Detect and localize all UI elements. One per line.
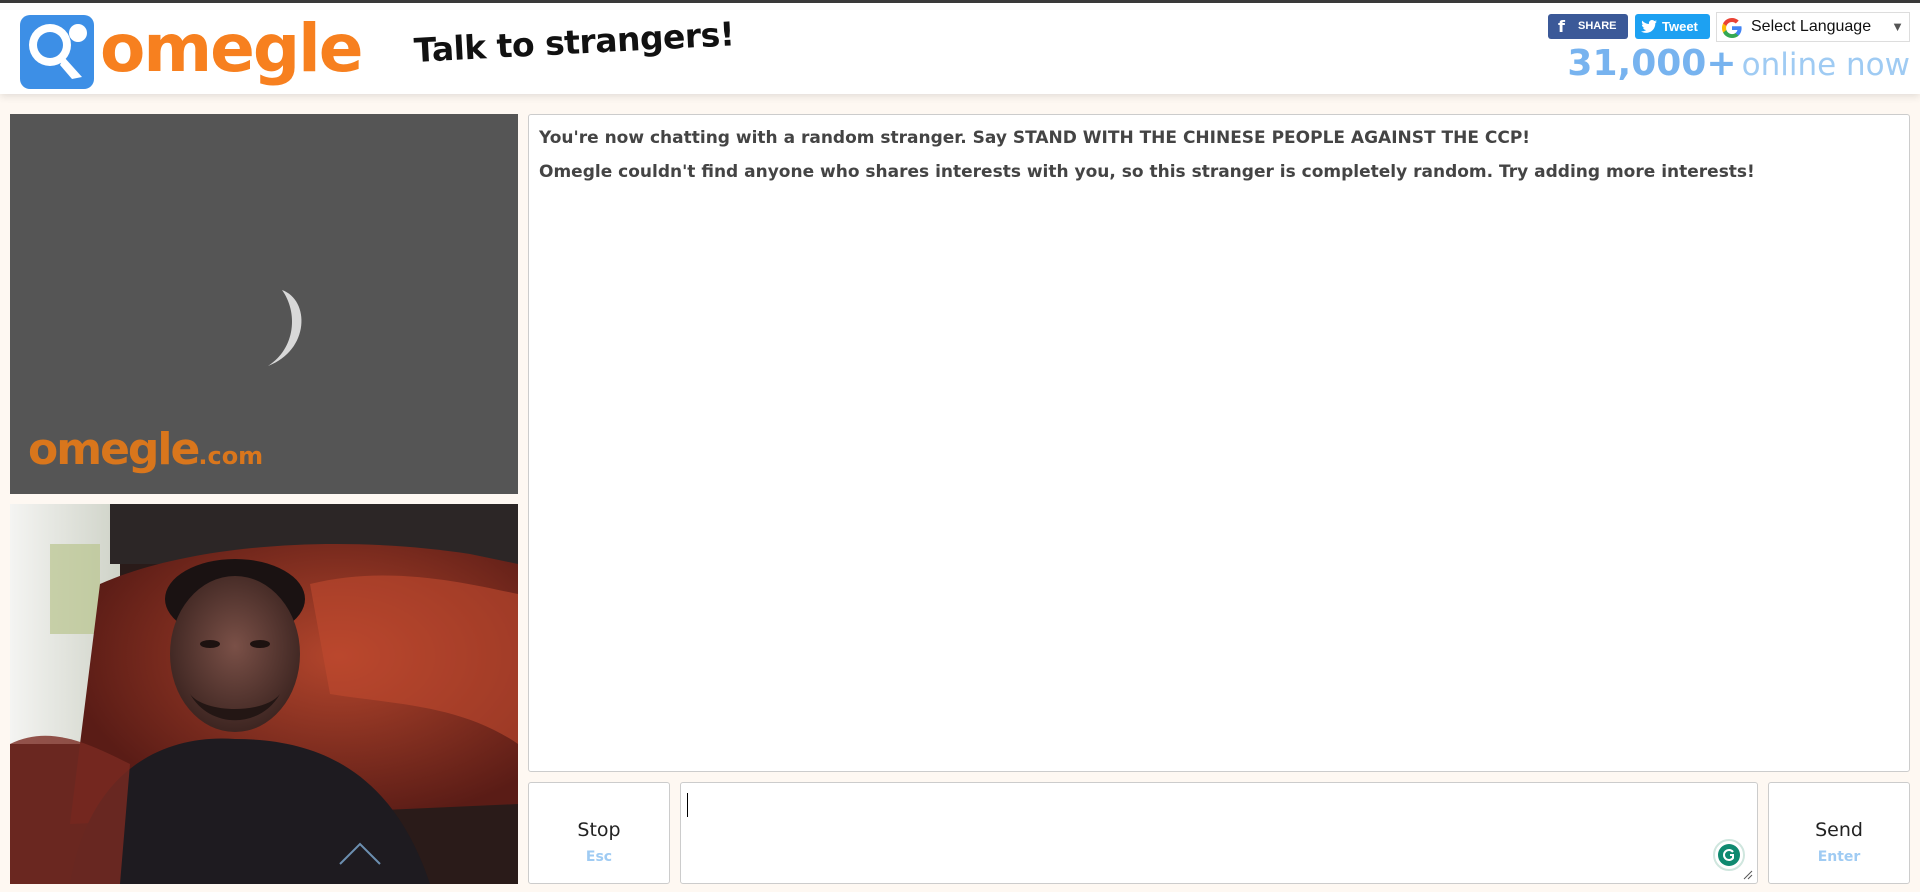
header: omegle Talk to strangers! f SHARE Tweet … bbox=[0, 0, 1920, 94]
logo-wordmark: omegle bbox=[100, 10, 364, 87]
omegle-watermark: omegle.com bbox=[28, 424, 263, 475]
online-count-number: 31,000+ bbox=[1567, 43, 1737, 84]
chat-log: You're now chatting with a random strang… bbox=[528, 114, 1910, 772]
message-input-wrapper bbox=[680, 782, 1758, 884]
status-message: Omegle couldn't find anyone who shares i… bbox=[539, 162, 1755, 182]
watermark-suffix: .com bbox=[198, 442, 264, 470]
send-button-label: Send bbox=[1815, 819, 1863, 841]
grammarly-g-icon bbox=[1723, 849, 1734, 861]
grammarly-icon[interactable] bbox=[1713, 839, 1745, 871]
stranger-video: omegle.com bbox=[10, 114, 518, 494]
send-button[interactable]: Send Enter bbox=[1768, 782, 1910, 884]
stop-button-label: Stop bbox=[577, 819, 621, 841]
self-camera-feed bbox=[10, 504, 518, 884]
tagline: Talk to strangers! bbox=[412, 14, 736, 70]
self-video bbox=[10, 504, 518, 884]
language-select[interactable]: Select Language ▼ bbox=[1716, 12, 1910, 42]
facebook-share-button[interactable]: f SHARE bbox=[1548, 14, 1628, 39]
send-button-shortcut: Enter bbox=[1817, 849, 1861, 865]
facebook-icon: f bbox=[1558, 17, 1565, 36]
message-input[interactable] bbox=[681, 783, 1757, 883]
online-count: 31,000+ online now bbox=[1567, 43, 1910, 84]
stop-button-shortcut: Esc bbox=[585, 849, 613, 865]
google-g-icon bbox=[1722, 18, 1742, 38]
grammarly-icon-inner bbox=[1718, 844, 1740, 866]
omegle-logo[interactable]: omegle bbox=[20, 10, 364, 91]
stop-button[interactable]: Stop Esc bbox=[528, 782, 670, 884]
tweet-label: Tweet bbox=[1662, 19, 1698, 34]
chat-page: omegle.com You're now chatting with a ra… bbox=[0, 94, 1920, 892]
tweet-button[interactable]: Tweet bbox=[1635, 14, 1710, 39]
loading-spinner-icon bbox=[268, 290, 302, 366]
status-message: You're now chatting with a random strang… bbox=[539, 128, 1531, 148]
omegle-chat-bubble-icon bbox=[20, 15, 94, 89]
text-caret bbox=[687, 793, 688, 817]
watermark-text: omegle bbox=[28, 424, 200, 475]
twitter-bird-icon bbox=[1641, 20, 1657, 33]
language-select-label: Select Language bbox=[1751, 18, 1872, 35]
dropdown-arrow-icon: ▼ bbox=[1891, 19, 1904, 34]
facebook-share-label: SHARE bbox=[1578, 20, 1617, 32]
online-count-label: online now bbox=[1741, 47, 1910, 83]
resize-grip-icon[interactable] bbox=[1743, 870, 1753, 880]
